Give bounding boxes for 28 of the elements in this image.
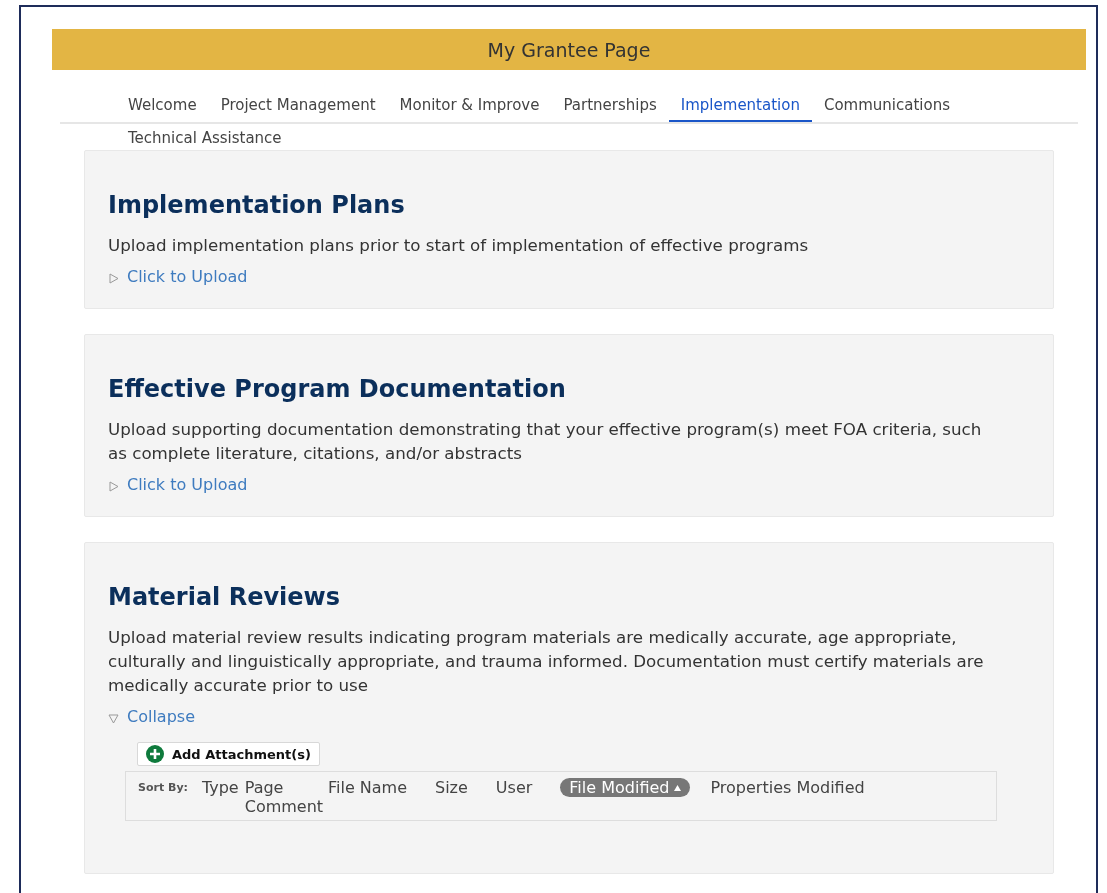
page-title: My Grantee Page bbox=[487, 38, 651, 61]
nav-tab[interactable]: Implementation bbox=[668, 70, 812, 122]
section-description: Upload material review results indicating program materials are medically accurate, age appropriate, culturally and linguistically appropriate, and trauma informed. Documentation must certify materials are medically accurate prior to use bbox=[108, 626, 985, 697]
sort-option[interactable]: Properties Modified bbox=[710, 778, 865, 797]
nav-tab[interactable]: Monitor & Improve bbox=[387, 70, 552, 122]
nav-tab[interactable]: Project Management bbox=[208, 70, 388, 122]
nav-tab[interactable]: Partnerships bbox=[551, 70, 669, 122]
sort-ascending-icon bbox=[674, 785, 682, 791]
sort-option[interactable]: Size bbox=[435, 778, 468, 797]
sort-option[interactable]: Page Comment bbox=[244, 778, 324, 816]
sort-option[interactable]: User bbox=[495, 778, 533, 797]
nav-tab[interactable]: Technical Assistance bbox=[116, 120, 294, 150]
toggle-link[interactable]: Collapse bbox=[127, 707, 195, 726]
plus-icon bbox=[146, 745, 164, 763]
section-description: Upload supporting documentation demonstrating that your effective program(s) meet FOA criteria, such as complete literature, citations, and/or abstracts bbox=[108, 418, 983, 465]
add-attachment-button[interactable]: Add Attachment(s) bbox=[137, 742, 320, 766]
section-title: Implementation Plans bbox=[108, 191, 406, 219]
section-title: Material Reviews bbox=[108, 583, 342, 611]
toggle-link[interactable]: Click to Upload bbox=[127, 475, 248, 494]
sort-option[interactable]: File Modified bbox=[560, 778, 691, 797]
toggle-link[interactable]: Click to Upload bbox=[127, 267, 248, 286]
sort-option[interactable]: Type bbox=[201, 778, 239, 797]
nav-tab[interactable]: Communications bbox=[811, 70, 962, 122]
sort-label: Sort By: bbox=[138, 781, 188, 794]
nav-tab[interactable]: Welcome bbox=[116, 70, 209, 122]
sort-option[interactable]: File Name bbox=[327, 778, 407, 797]
section-title: Effective Program Documentation bbox=[108, 375, 567, 403]
section-description: Upload implementation plans prior to start of implementation of effective programs bbox=[108, 234, 810, 257]
